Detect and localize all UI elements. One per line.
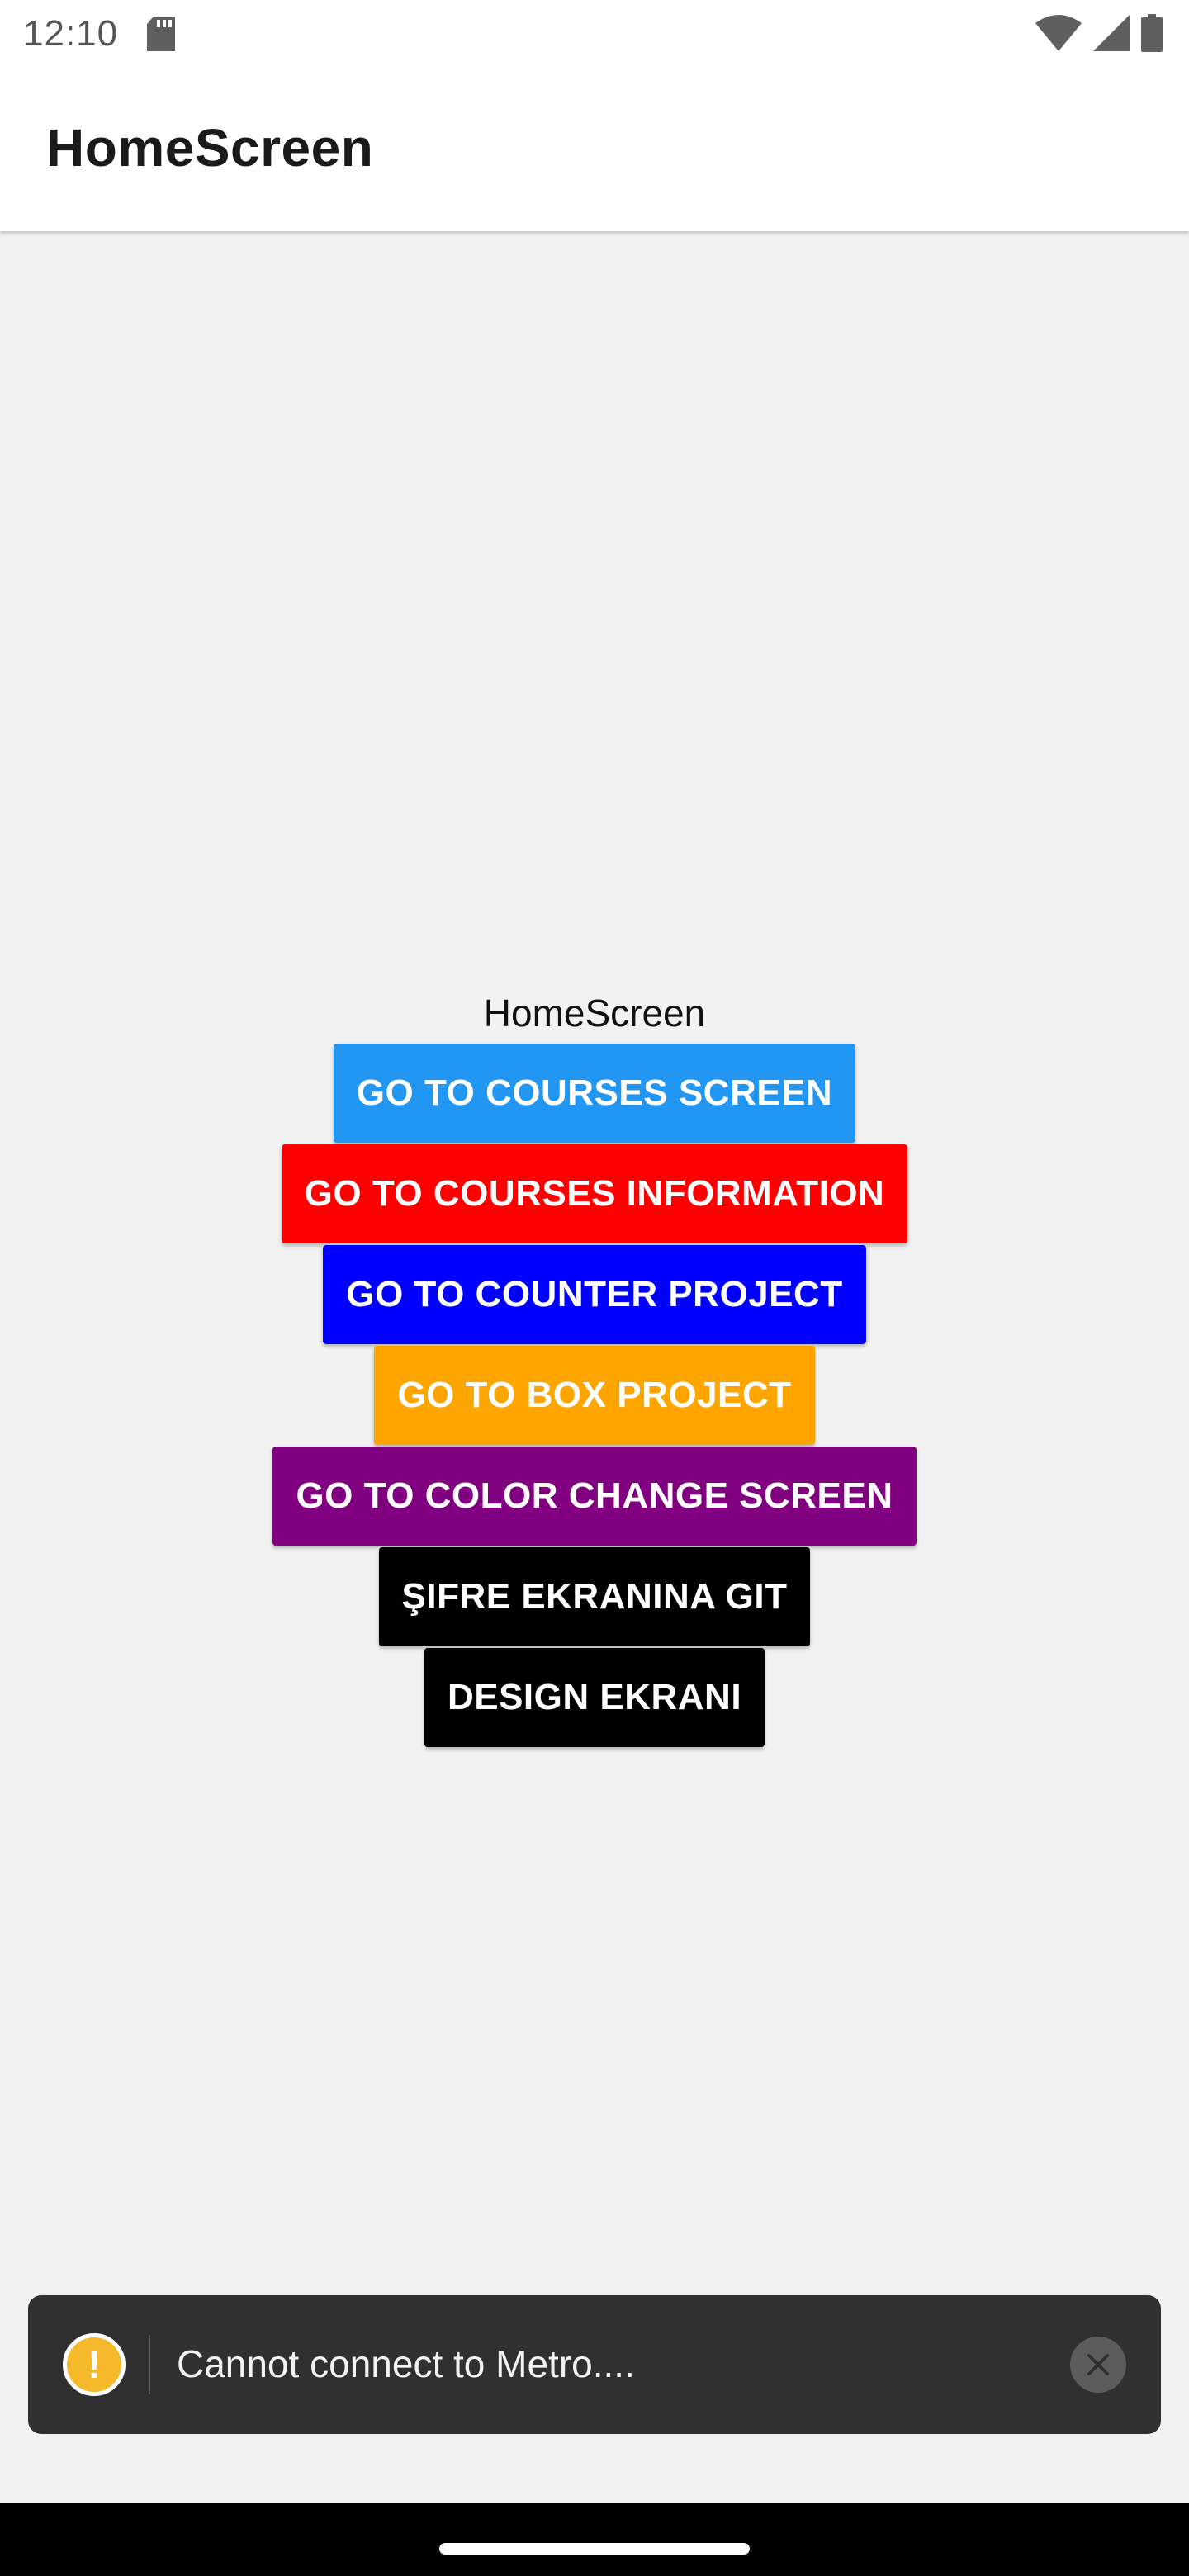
navigation-bar bbox=[0, 2503, 1189, 2576]
go-to-counter-project-button[interactable]: GO TO COUNTER PROJECT bbox=[323, 1245, 866, 1344]
battery-icon bbox=[1141, 13, 1163, 56]
toast-message: Cannot connect to Metro.... bbox=[177, 2342, 635, 2385]
app-bar: HomeScreen bbox=[0, 69, 1189, 231]
home-indicator[interactable] bbox=[439, 2543, 750, 2555]
warning-icon: ! bbox=[63, 2333, 126, 2396]
go-to-courses-information-button[interactable]: GO TO COURSES INFORMATION bbox=[281, 1144, 908, 1243]
sifre-ekranina-git-button[interactable]: ŞIFRE EKRANINA GIT bbox=[378, 1547, 811, 1646]
page-title: HomeScreen bbox=[46, 118, 374, 178]
go-to-courses-screen-button[interactable]: GO TO COURSES SCREEN bbox=[333, 1044, 856, 1143]
status-time: 12:10 bbox=[23, 13, 119, 54]
main-content: HomeScreen GO TO COURSES SCREEN GO TO CO… bbox=[0, 231, 1189, 2503]
signal-icon bbox=[1093, 14, 1130, 55]
home-screen-label: HomeScreen bbox=[483, 992, 706, 1035]
design-ekrani-button[interactable]: DESIGN EKRANI bbox=[424, 1648, 765, 1747]
wifi-icon bbox=[1035, 14, 1082, 55]
status-bar: 12:10 bbox=[0, 0, 1189, 69]
sd-card-icon bbox=[147, 17, 177, 51]
go-to-color-change-screen-button[interactable]: GO TO COLOR CHANGE SCREEN bbox=[272, 1447, 917, 1546]
toast-divider bbox=[149, 2335, 150, 2394]
button-stack: GO TO COURSES SCREEN GO TO COURSES INFOR… bbox=[0, 1044, 1189, 1749]
close-icon[interactable] bbox=[1070, 2337, 1126, 2393]
metro-error-toast[interactable]: ! Cannot connect to Metro.... bbox=[28, 2295, 1161, 2434]
go-to-box-project-button[interactable]: GO TO BOX PROJECT bbox=[374, 1346, 815, 1445]
